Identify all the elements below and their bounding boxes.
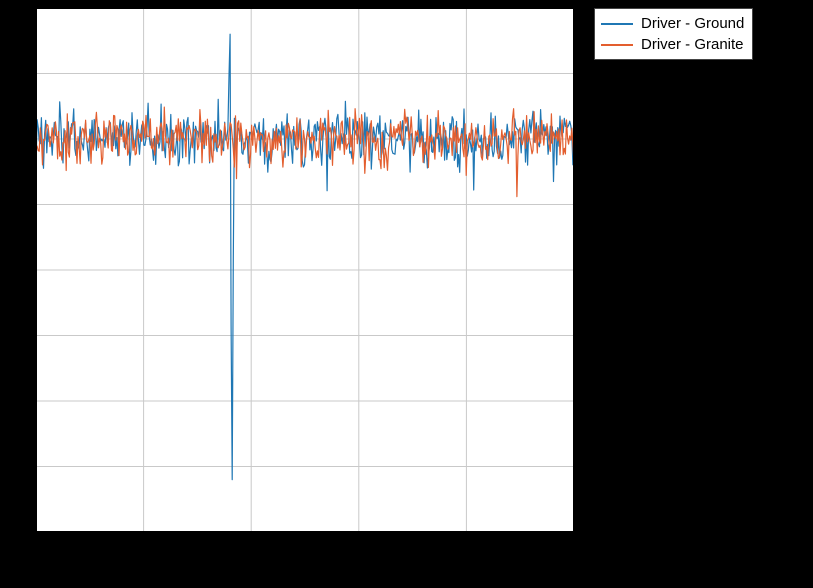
legend-row-ground: Driver - Ground bbox=[601, 13, 744, 34]
legend-label-ground: Driver - Ground bbox=[641, 13, 744, 34]
legend-swatch-ground bbox=[601, 23, 633, 25]
legend-swatch-granite bbox=[601, 44, 633, 46]
plot-svg bbox=[36, 8, 574, 532]
legend-label-granite: Driver - Granite bbox=[641, 34, 744, 55]
legend-row-granite: Driver - Granite bbox=[601, 34, 744, 55]
plot-area bbox=[36, 8, 574, 532]
legend: Driver - Ground Driver - Granite bbox=[594, 8, 753, 60]
figure: Driver - Ground Driver - Granite bbox=[0, 0, 813, 588]
